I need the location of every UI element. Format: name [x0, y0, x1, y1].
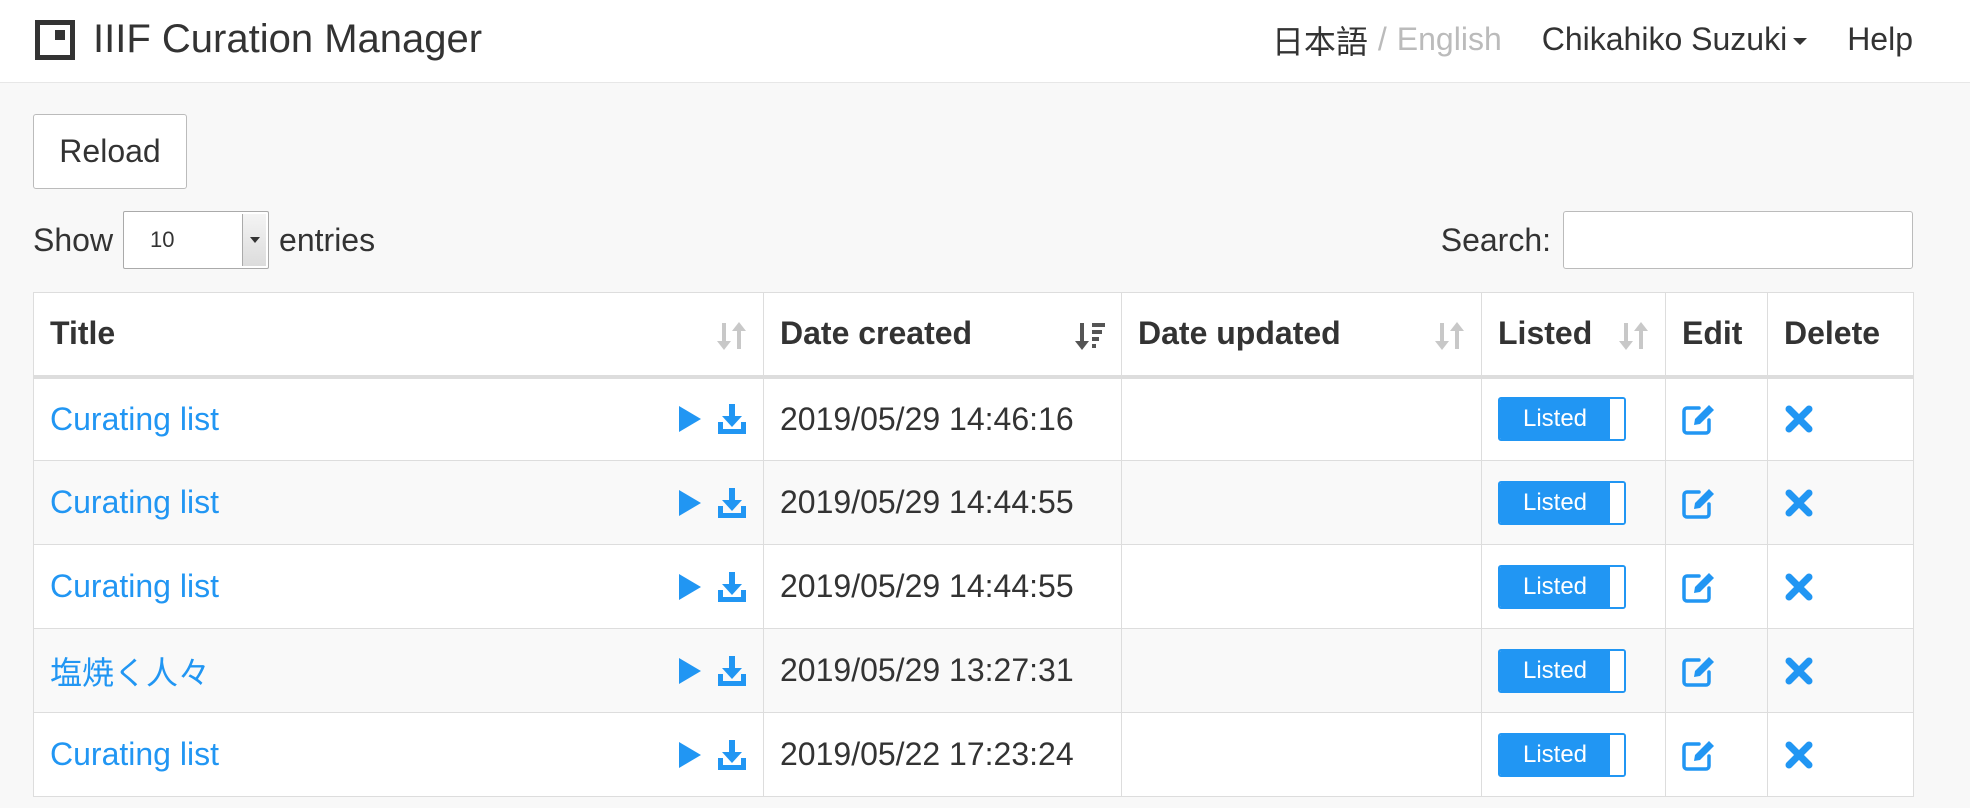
table-row: Curating list 2019/05/29 14:44:55 Listed [33, 460, 1914, 545]
edit-cell [1665, 544, 1768, 629]
title-cell: Curating list [33, 712, 764, 797]
language-separator: / [1377, 21, 1387, 57]
top-navbar: IIIF Curation Manager 日本語 / English Chik… [0, 0, 1970, 83]
listed-toggle[interactable]: Listed [1498, 397, 1626, 442]
table-row: Curating list 2019/05/29 14:46:16 Listed [33, 376, 1914, 461]
listed-cell: Listed [1481, 544, 1666, 629]
edit-cell [1665, 376, 1768, 461]
nav-right: 日本語 / English Chikahiko Suzuki Help [1272, 17, 1913, 62]
listed-cell: Listed [1481, 712, 1666, 797]
table-row: 塩焼く人々 2019/05/29 13:27:31 Listed [33, 628, 1914, 713]
play-icon[interactable] [677, 740, 703, 770]
app-title: IIIF Curation Manager [93, 17, 483, 61]
play-icon[interactable] [677, 488, 703, 518]
date-created-cell: 2019/05/22 17:23:24 [763, 712, 1122, 797]
date-updated-cell [1121, 628, 1482, 713]
column-header-title[interactable]: Title [33, 292, 764, 379]
close-icon[interactable] [1784, 572, 1814, 602]
date-created-cell: 2019/05/29 13:27:31 [763, 628, 1122, 713]
sort-amount-desc-icon [1075, 323, 1105, 350]
caret-down-icon [1793, 38, 1808, 45]
sort-icon [1619, 322, 1648, 350]
language-japanese-link[interactable]: 日本語 [1272, 17, 1368, 63]
edit-icon[interactable] [1682, 739, 1716, 771]
reload-button[interactable]: Reload [33, 114, 187, 189]
square-frame-icon [35, 19, 75, 60]
title-cell: Curating list [33, 544, 764, 629]
date-created-cell: 2019/05/29 14:46:16 [763, 376, 1122, 461]
search-control: Search: [1441, 210, 1913, 270]
table-header-row: Title Date created Date updated Listed E… [33, 292, 1914, 379]
column-header-date-updated[interactable]: Date updated [1121, 292, 1482, 379]
listed-cell: Listed [1481, 376, 1666, 461]
select-arrow-icon[interactable] [242, 214, 267, 266]
user-name: Chikahiko Suzuki [1541, 21, 1788, 57]
edit-cell [1665, 628, 1768, 713]
date-created-cell: 2019/05/29 14:44:55 [763, 460, 1122, 545]
delete-cell [1767, 544, 1914, 629]
download-icon[interactable] [717, 403, 747, 435]
close-icon[interactable] [1784, 404, 1814, 434]
date-updated-cell [1121, 544, 1482, 629]
edit-cell [1665, 460, 1768, 545]
sort-icon [1435, 322, 1464, 350]
entries-select[interactable]: 10 [123, 211, 270, 269]
delete-cell [1767, 376, 1914, 461]
curation-title-link[interactable]: Curating list [50, 484, 219, 521]
download-icon[interactable] [717, 571, 747, 603]
date-updated-cell [1121, 376, 1482, 461]
column-header-listed[interactable]: Listed [1481, 292, 1666, 379]
close-icon[interactable] [1784, 656, 1814, 686]
column-header-edit: Edit [1665, 292, 1768, 379]
language-english-link[interactable]: English [1397, 21, 1502, 58]
listed-toggle[interactable]: Listed [1498, 564, 1626, 609]
title-cell: Curating list [33, 460, 764, 545]
title-cell: Curating list [33, 376, 764, 461]
edit-icon[interactable] [1682, 487, 1716, 519]
title-cell: 塩焼く人々 [33, 628, 764, 713]
entries-select-value: 10 [150, 227, 175, 252]
download-icon[interactable] [717, 655, 747, 687]
download-icon[interactable] [717, 739, 747, 771]
show-label: Show [33, 221, 114, 258]
table-row: Curating list 2019/05/29 14:44:55 Listed [33, 544, 1914, 629]
sort-icon [717, 322, 746, 350]
play-icon[interactable] [677, 572, 703, 602]
search-input[interactable] [1563, 211, 1913, 269]
play-icon[interactable] [677, 404, 703, 434]
edit-icon[interactable] [1682, 403, 1716, 435]
curation-title-link[interactable]: Curating list [50, 568, 219, 605]
column-header-delete: Delete [1767, 292, 1914, 379]
search-label: Search: [1440, 221, 1551, 258]
date-updated-cell [1121, 712, 1482, 797]
entries-label: entries [279, 221, 376, 258]
user-menu-dropdown[interactable]: Chikahiko Suzuki [1541, 21, 1808, 58]
brand[interactable]: IIIF Curation Manager [35, 17, 482, 62]
curation-title-link[interactable]: 塩焼く人々 [50, 648, 210, 694]
close-icon[interactable] [1784, 740, 1814, 770]
listed-cell: Listed [1481, 628, 1666, 713]
delete-cell [1767, 460, 1914, 545]
edit-icon[interactable] [1682, 571, 1716, 603]
play-icon[interactable] [677, 656, 703, 686]
help-link[interactable]: Help [1847, 21, 1913, 58]
listed-toggle[interactable]: Listed [1498, 480, 1626, 525]
delete-cell [1767, 628, 1914, 713]
listed-toggle[interactable]: Listed [1498, 648, 1626, 693]
entries-length-control: Show 10 entries [33, 210, 375, 270]
download-icon[interactable] [717, 487, 747, 519]
edit-cell [1665, 712, 1768, 797]
delete-cell [1767, 712, 1914, 797]
date-created-cell: 2019/05/29 14:44:55 [763, 544, 1122, 629]
close-icon[interactable] [1784, 488, 1814, 518]
edit-icon[interactable] [1682, 655, 1716, 687]
date-updated-cell [1121, 460, 1482, 545]
table-row: Curating list 2019/05/22 17:23:24 Listed [33, 712, 1914, 797]
listed-cell: Listed [1481, 460, 1666, 545]
curation-table: Title Date created Date updated Listed E… [33, 292, 1914, 797]
curation-title-link[interactable]: Curating list [50, 736, 219, 773]
column-header-date-created[interactable]: Date created [763, 292, 1122, 379]
curation-title-link[interactable]: Curating list [50, 401, 219, 438]
listed-toggle[interactable]: Listed [1498, 732, 1626, 777]
